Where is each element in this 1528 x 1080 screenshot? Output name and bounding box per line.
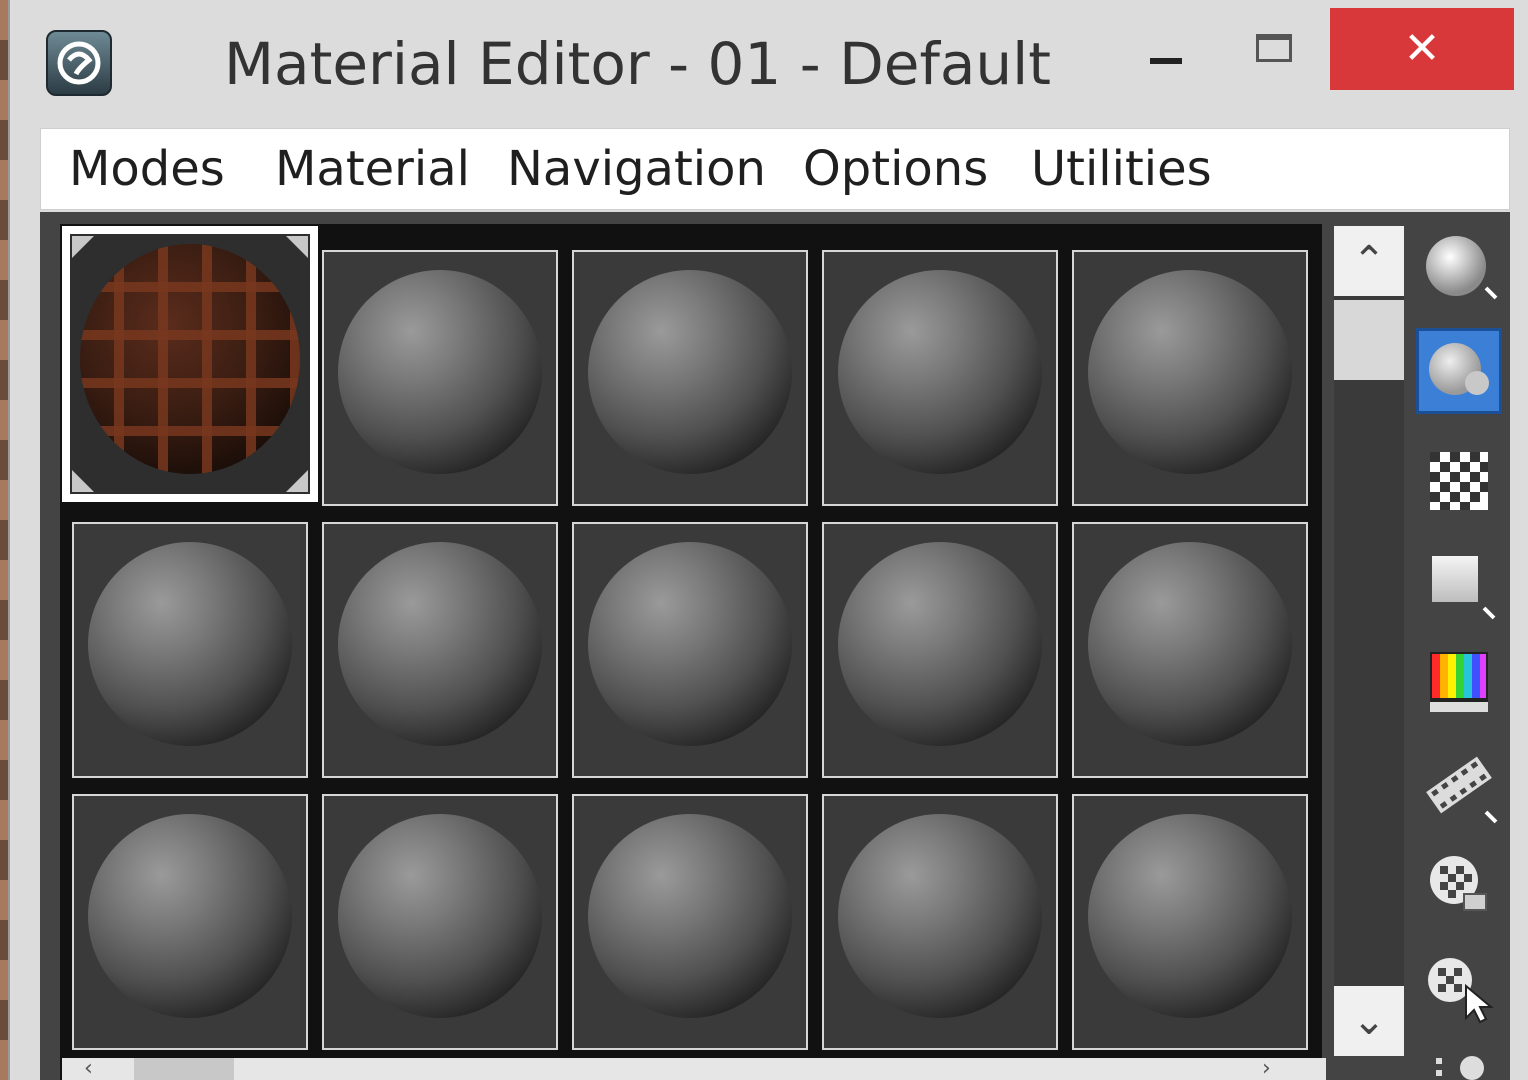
close-button[interactable]: ✕ — [1330, 8, 1514, 90]
sample-slot[interactable] — [72, 522, 308, 778]
sample-slot[interactable] — [572, 794, 808, 1050]
material-preview-sphere — [338, 270, 542, 474]
sample-uv-tiling-icon[interactable] — [1416, 540, 1502, 626]
video-color-check-icon[interactable] — [1416, 640, 1502, 726]
scroll-up-button[interactable]: ⌃ — [1334, 226, 1404, 296]
sample-slot[interactable] — [822, 522, 1058, 778]
material-preview-sphere — [588, 270, 792, 474]
sample-slot[interactable] — [322, 522, 558, 778]
scroll-down-button[interactable]: ⌄ — [1334, 986, 1404, 1056]
material-preview-sphere — [88, 814, 292, 1018]
side-toolbar — [1416, 226, 1502, 1080]
sample-slot[interactable] — [1072, 250, 1308, 506]
menu-material[interactable]: Material — [275, 141, 470, 197]
active-slot-corner-marker — [286, 236, 308, 258]
title-bar[interactable]: Material Editor - 01 - Default ✕ — [10, 0, 1528, 126]
sample-slot[interactable] — [1072, 794, 1308, 1050]
window-title: Material Editor - 01 - Default — [224, 30, 1052, 98]
minimize-button[interactable] — [1116, 8, 1216, 90]
backlight-icon[interactable] — [1416, 328, 1502, 414]
menu-utilities[interactable]: Utilities — [1031, 141, 1212, 197]
material-preview-sphere — [1088, 542, 1292, 746]
vertical-scroll-thumb[interactable] — [1334, 300, 1404, 380]
material-preview-sphere — [838, 814, 1042, 1018]
sample-slot[interactable] — [322, 794, 558, 1050]
material-preview-sphere — [338, 814, 542, 1018]
material-preview-sphere — [338, 542, 542, 746]
sample-type-sphere-icon[interactable] — [1416, 226, 1502, 312]
horizontal-scroll-thumb[interactable] — [134, 1058, 234, 1080]
active-slot-corner-marker — [286, 470, 308, 492]
material-preview-sphere — [1088, 814, 1292, 1018]
material-preview-sphere — [838, 270, 1042, 474]
sample-slot-active[interactable] — [62, 226, 318, 502]
scroll-left-button[interactable]: ‹ — [84, 1058, 93, 1080]
scroll-right-button[interactable]: › — [1262, 1058, 1271, 1080]
material-preview-sphere — [588, 542, 792, 746]
material-preview-textured — [80, 244, 300, 474]
sample-slot[interactable] — [572, 250, 808, 506]
vertical-scrollbar[interactable]: ⌃ ⌄ — [1334, 226, 1404, 1056]
maximize-button[interactable] — [1226, 8, 1326, 90]
menu-options[interactable]: Options — [803, 141, 988, 197]
material-editor-window: Material Editor - 01 - Default ✕ Modes M… — [8, 0, 1528, 1080]
active-slot-corner-marker — [72, 236, 94, 258]
select-by-material-icon[interactable] — [1416, 946, 1502, 1032]
menu-bar: Modes Material Navigation Options Utilit… — [40, 128, 1510, 210]
horizontal-scrollbar[interactable]: ‹ › — [62, 1058, 1326, 1080]
sample-slot-grid — [60, 224, 1322, 1080]
material-preview-sphere — [588, 814, 792, 1018]
app-logo-icon — [46, 30, 112, 96]
make-preview-icon[interactable] — [1416, 742, 1502, 828]
sample-slot[interactable] — [1072, 522, 1308, 778]
sample-slot[interactable] — [822, 794, 1058, 1050]
menu-navigation[interactable]: Navigation — [507, 141, 766, 197]
editor-content: ⌃ ⌄ ‹ › — [40, 212, 1510, 1080]
sample-slot[interactable] — [322, 250, 558, 506]
material-navigator-icon[interactable] — [1416, 1044, 1502, 1080]
material-preview-sphere — [88, 542, 292, 746]
options-icon[interactable] — [1416, 844, 1502, 930]
active-slot-corner-marker — [72, 470, 94, 492]
menu-modes[interactable]: Modes — [69, 141, 225, 197]
sample-slot[interactable] — [72, 794, 308, 1050]
material-preview-sphere — [1088, 270, 1292, 474]
sample-slot[interactable] — [572, 522, 808, 778]
background-checker-icon[interactable] — [1416, 438, 1502, 524]
sample-slot[interactable] — [822, 250, 1058, 506]
material-preview-sphere — [838, 542, 1042, 746]
